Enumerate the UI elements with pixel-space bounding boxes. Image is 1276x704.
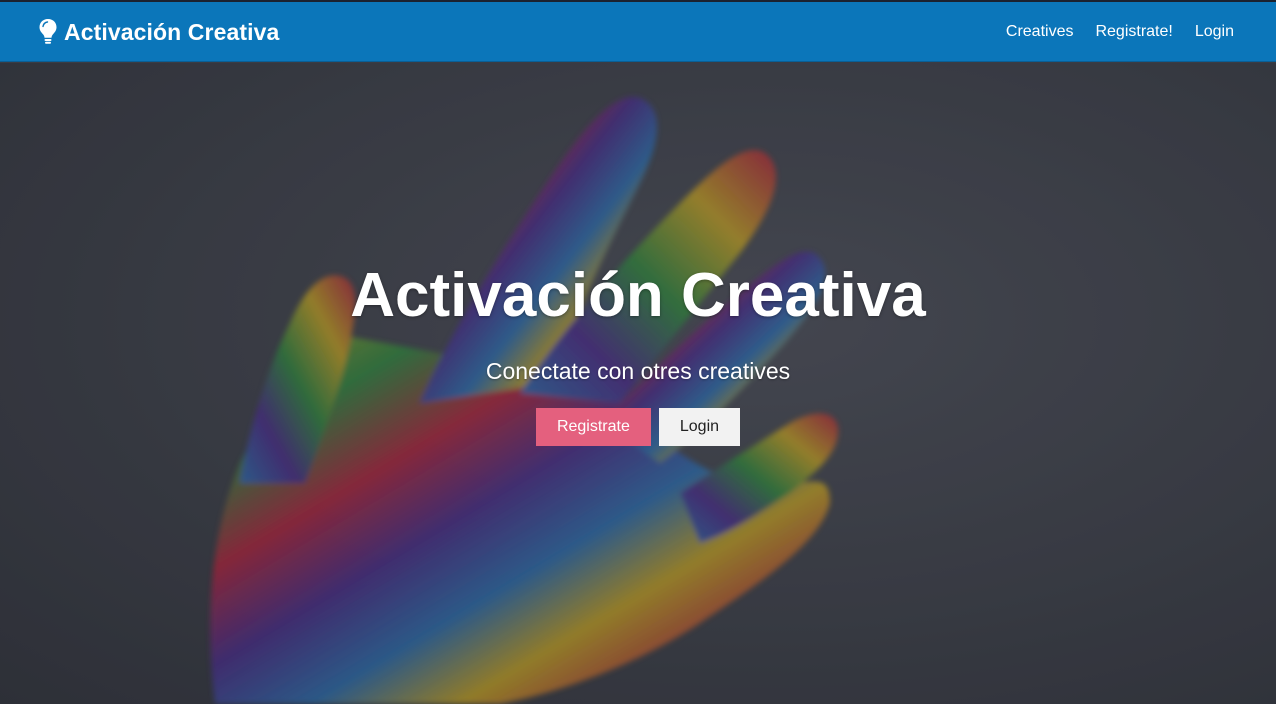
login-button[interactable]: Login [658,408,741,446]
nav-link-login[interactable]: Login [1195,23,1234,41]
main-nav: Creatives Registrate! Login [984,2,1234,62]
hero-subtitle: Conectate con otres creatives [485,358,791,384]
hero-section: Activación Creativa Conectate con otres … [0,63,1276,704]
nav-link-registrate[interactable]: Registrate! [1095,23,1172,41]
brand-link[interactable]: Activación Creativa [38,16,279,48]
navbar: Activación Creativa Creatives Registrate… [0,2,1276,62]
registrate-button[interactable]: Registrate [535,408,651,446]
lightbulb-icon [39,19,57,44]
hero-title: Activación Creativa [350,261,926,330]
hero-buttons: Registrate Login [0,408,1276,446]
nav-link-creatives[interactable]: Creatives [1006,23,1074,41]
brand-name: Activación Creativa [64,18,280,45]
